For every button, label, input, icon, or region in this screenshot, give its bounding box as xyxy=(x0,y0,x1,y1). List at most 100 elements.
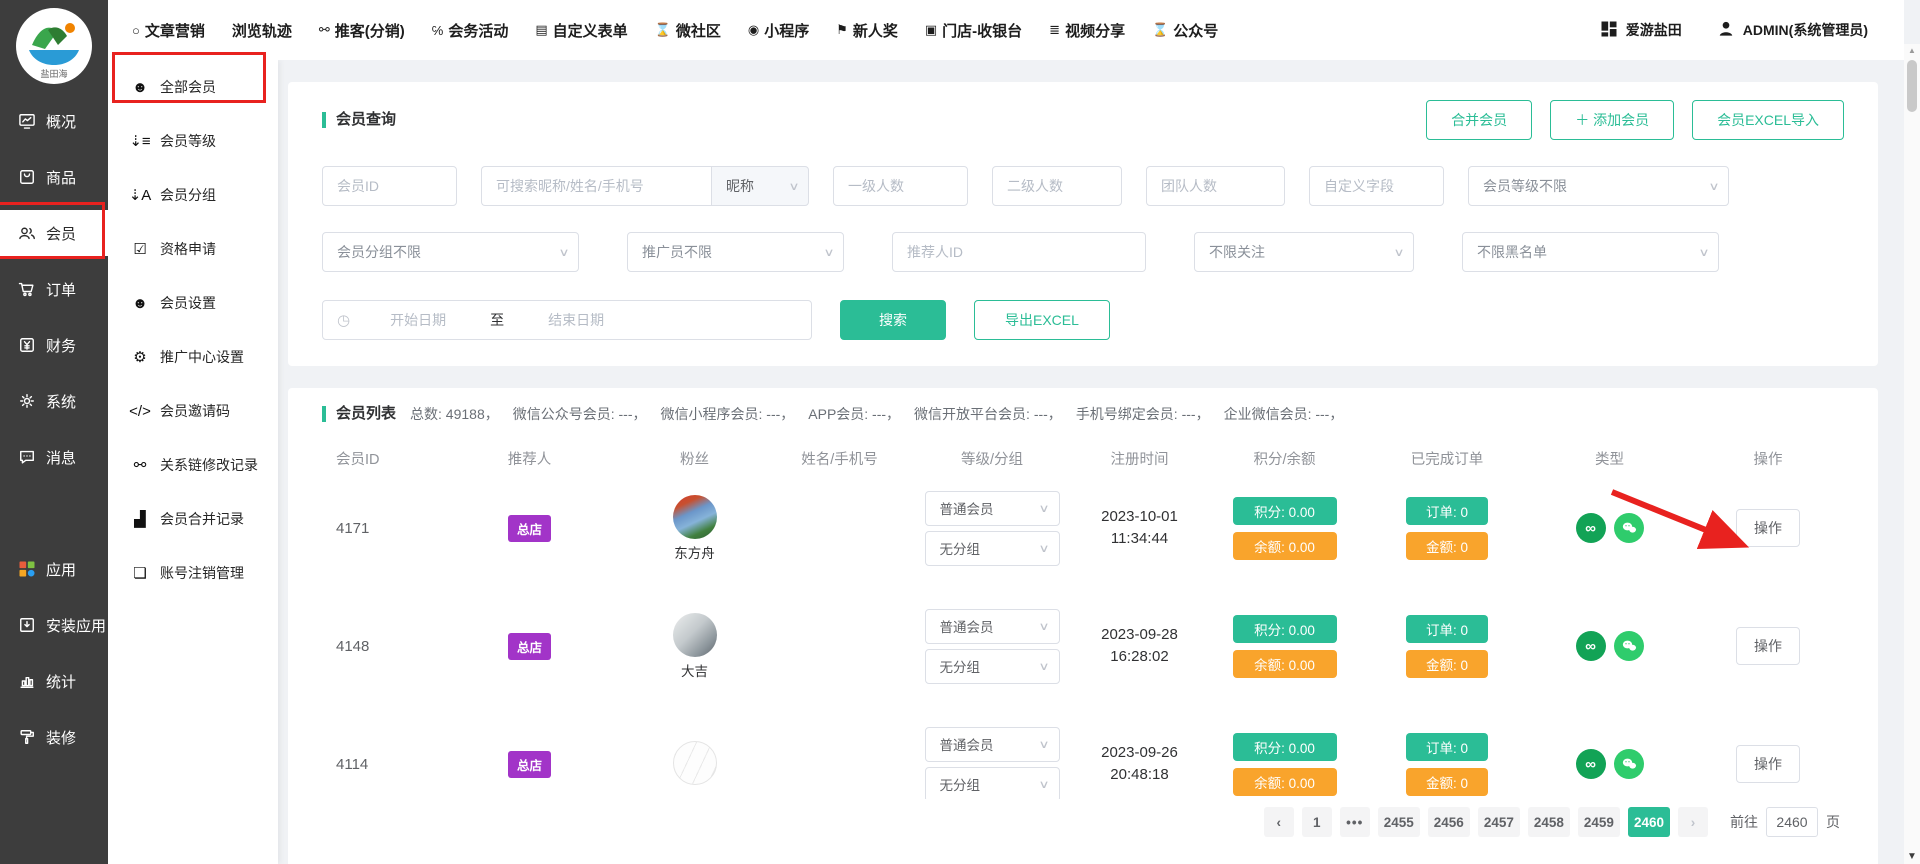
page-button-2457[interactable]: 2457 xyxy=(1478,807,1520,837)
referrer-badge: 总店 xyxy=(508,515,551,542)
submenu-item-account-cancellation[interactable]: ❏账号注销管理 xyxy=(108,546,278,600)
stat-total: 总数: 49188， xyxy=(410,404,499,424)
pagination: ‹ 1 ••• 2455 2456 2457 2458 2459 2460 › … xyxy=(322,807,1844,837)
nav-article-marketing[interactable]: ○文章营销 xyxy=(132,20,205,41)
goto-page-input[interactable] xyxy=(1766,807,1818,837)
action-button[interactable]: 操作 xyxy=(1736,745,1800,783)
member-id-input[interactable] xyxy=(322,166,457,206)
add-member-button[interactable]: ＋ 添加会员 xyxy=(1550,100,1674,140)
chain-link-icon: ⚯ xyxy=(128,456,152,474)
page-ellipsis[interactable]: ••• xyxy=(1340,807,1370,837)
apps-grid-icon xyxy=(16,558,38,580)
submenu-item-qualification[interactable]: ☑资格申请 xyxy=(108,222,278,276)
page-button-2455[interactable]: 2455 xyxy=(1378,807,1420,837)
page-button-2459[interactable]: 2459 xyxy=(1578,807,1620,837)
date-start-placeholder: 开始日期 xyxy=(390,310,446,330)
level-select[interactable]: 普通会员∨ xyxy=(925,609,1060,644)
nav-mini-program[interactable]: ◉小程序 xyxy=(748,20,809,41)
top-navbar: ○文章营销 浏览轨迹 ⚯推客(分销) ℅会务活动 ▤自定义表单 ⌛微社区 ◉小程… xyxy=(108,0,1904,60)
group-select[interactable]: 无分组∨ xyxy=(925,767,1060,800)
keyword-search-group: 昵称∨ xyxy=(481,166,809,206)
follow-filter-select[interactable]: 不限关注∨ xyxy=(1194,232,1414,272)
submenu-item-member-levels[interactable]: ⇣≡会员等级 xyxy=(108,114,278,168)
merge-members-button[interactable]: 合并会员 xyxy=(1426,100,1532,140)
nav-video-share[interactable]: ≣视频分享 xyxy=(1049,20,1125,41)
amount-badge: 金额: 0 xyxy=(1406,768,1488,796)
nav-newcomer-award[interactable]: ⚑新人奖 xyxy=(836,20,898,41)
submenu-item-member-settings[interactable]: ☻会员设置 xyxy=(108,276,278,330)
member-group-select[interactable]: 会员分组不限∨ xyxy=(322,232,579,272)
keyword-type-select[interactable]: 昵称∨ xyxy=(711,166,809,206)
submenu-item-merge-record[interactable]: ▟会员合并记录 xyxy=(108,492,278,546)
sidebar-item-decorate[interactable]: 装修 xyxy=(0,714,108,760)
stat-phone-bound: 手机号绑定会员: ---， xyxy=(1076,404,1210,424)
money-icon xyxy=(16,334,38,356)
group-select[interactable]: 无分组∨ xyxy=(925,531,1060,566)
sidebar-item-goods[interactable]: 商品 xyxy=(0,154,108,200)
export-excel-button[interactable]: 导出EXCEL xyxy=(974,300,1110,340)
scroll-up-icon[interactable]: ▲ xyxy=(1904,46,1920,55)
level-select[interactable]: 普通会员∨ xyxy=(925,727,1060,762)
nav-custom-form[interactable]: ▤自定义表单 xyxy=(535,20,627,41)
page-button-2460-active[interactable]: 2460 xyxy=(1628,807,1670,837)
sidebar-item-members[interactable]: 会员 xyxy=(0,210,108,256)
balance-badge: 余额: 0.00 xyxy=(1233,650,1337,678)
vertical-scrollbar[interactable]: ▲ ▼ xyxy=(1904,44,1920,864)
action-button[interactable]: 操作 xyxy=(1736,509,1800,547)
promoter-select[interactable]: 推广员不限∨ xyxy=(627,232,844,272)
nav-conference[interactable]: ℅会务活动 xyxy=(432,20,509,41)
folder-check-icon: ☑ xyxy=(128,240,152,258)
submenu-item-relation-chain-log[interactable]: ⚯关系链修改记录 xyxy=(108,438,278,492)
sidebar-item-install-apps[interactable]: 安装应用 xyxy=(0,602,108,648)
blacklist-filter-select[interactable]: 不限黑名单∨ xyxy=(1462,232,1719,272)
miniprogram-icon: ◉ xyxy=(748,22,759,38)
group-select[interactable]: 无分组∨ xyxy=(925,649,1060,684)
date-range-picker[interactable]: ◷ 开始日期 至 结束日期 xyxy=(322,300,812,340)
sidebar-item-statistics[interactable]: 统计 xyxy=(0,658,108,704)
scrollbar-thumb[interactable] xyxy=(1907,60,1917,112)
page-button-2456[interactable]: 2456 xyxy=(1428,807,1470,837)
page-button-2458[interactable]: 2458 xyxy=(1528,807,1570,837)
users-icon xyxy=(16,222,38,244)
orders-badge: 订单: 0 xyxy=(1406,733,1488,761)
scroll-down-icon[interactable]: ▼ xyxy=(1904,851,1920,862)
next-page-button[interactable]: › xyxy=(1678,807,1708,837)
keyword-input[interactable] xyxy=(481,166,711,206)
nav-official-account[interactable]: ⌛公众号 xyxy=(1152,20,1218,41)
level-select[interactable]: 普通会员∨ xyxy=(925,491,1060,526)
sidebar-item-orders[interactable]: 订单 xyxy=(0,266,108,312)
nav-store-cashier[interactable]: ▣门店-收银台 xyxy=(925,20,1022,41)
nav-micro-community[interactable]: ⌛微社区 xyxy=(655,20,721,41)
submenu-item-member-groups[interactable]: ⇣A会员分组 xyxy=(108,168,278,222)
workspace-switcher[interactable]: 爱游盐田 xyxy=(1599,19,1682,42)
sidebar-item-system[interactable]: 系统 xyxy=(0,378,108,424)
stat-enterprise-wechat: 企业微信会员: ---， xyxy=(1224,404,1344,424)
referrer-cell: 总店 xyxy=(442,751,617,778)
action-button[interactable]: 操作 xyxy=(1736,627,1800,665)
submenu-item-all-members[interactable]: ☻全部会员 xyxy=(108,60,278,114)
sidebar-item-apps[interactable]: 应用 xyxy=(0,546,108,592)
prev-page-button[interactable]: ‹ xyxy=(1264,807,1294,837)
level1-count-input[interactable] xyxy=(833,166,968,206)
submenu-item-promotion-settings[interactable]: ⚙推广中心设置 xyxy=(108,330,278,384)
sidebar-item-overview[interactable]: 概况 xyxy=(0,98,108,144)
orders-badge: 订单: 0 xyxy=(1406,615,1488,643)
member-level-select[interactable]: 会员等级不限∨ xyxy=(1468,166,1729,206)
type-cell: ∞ xyxy=(1527,749,1692,779)
user-menu[interactable]: ADMIN(系统管理员) xyxy=(1716,19,1868,42)
search-button[interactable]: 搜索 xyxy=(840,300,946,340)
level2-count-input[interactable] xyxy=(992,166,1122,206)
type-cell: ∞ xyxy=(1527,631,1692,661)
team-count-input[interactable] xyxy=(1146,166,1285,206)
nav-distribution[interactable]: ⚯推客(分销) xyxy=(319,20,405,41)
excel-import-button[interactable]: 会员EXCEL导入 xyxy=(1692,100,1844,140)
sidebar-item-messages[interactable]: 消息 xyxy=(0,434,108,480)
nav-browse-track[interactable]: 浏览轨迹 xyxy=(232,20,292,41)
official-account-icon: ⌛ xyxy=(1152,22,1168,38)
page-button-1[interactable]: 1 xyxy=(1302,807,1332,837)
sidebar-item-finance[interactable]: 财务 xyxy=(0,322,108,368)
referrer-id-input[interactable] xyxy=(892,232,1146,272)
submenu-item-invite-code[interactable]: </>会员邀请码 xyxy=(108,384,278,438)
member-row: 4171 总店 东方舟 普通会员∨ 无分组∨ 2023-10-0111:34:4… xyxy=(322,469,1844,587)
custom-field-input[interactable] xyxy=(1309,166,1444,206)
